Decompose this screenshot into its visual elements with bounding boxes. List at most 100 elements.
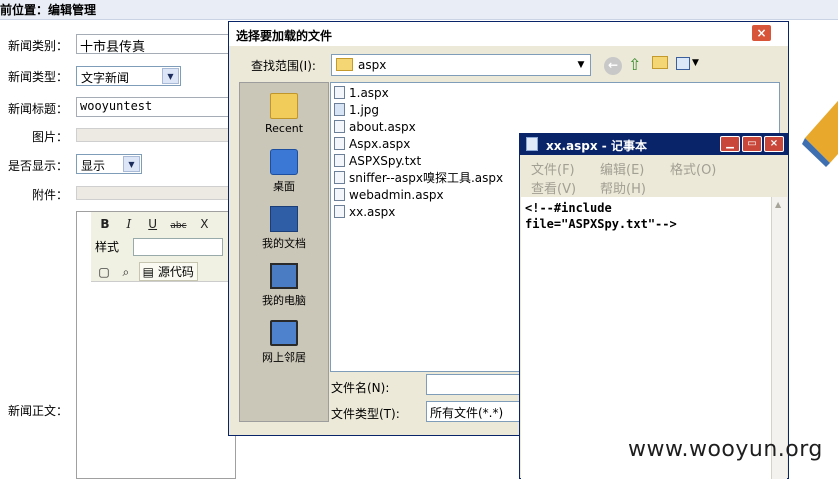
- back-icon[interactable]: ←: [604, 57, 622, 75]
- attachment-label: 附件：: [31, 188, 68, 202]
- list-item[interactable]: ASPXSpy.txt: [334, 153, 421, 170]
- scroll-up-icon[interactable]: ▲: [775, 200, 781, 209]
- chevron-down-icon[interactable]: ▼: [123, 156, 140, 172]
- decorative-image: [800, 88, 838, 168]
- notepad-window: xx.aspx - 记事本 ▁ ▭ × 文件(F) 编辑(E) 格式(O) 查看…: [519, 133, 789, 479]
- file-icon: [334, 188, 345, 201]
- list-item[interactable]: sniffer--aspx嗅探工具.aspx: [334, 170, 503, 187]
- list-item[interactable]: xx.aspx: [334, 204, 395, 221]
- filename-input[interactable]: [426, 374, 526, 395]
- filetype-label: 文件类型(T):: [331, 407, 400, 421]
- find-icon[interactable]: ⌕: [117, 263, 135, 281]
- source-button[interactable]: ▤ 源代码: [138, 262, 198, 281]
- body-label: 新闻正文：: [7, 404, 68, 418]
- place-label: 网上邻居: [262, 351, 306, 364]
- place-network[interactable]: 网上邻居: [240, 320, 328, 365]
- strike-button[interactable]: abc: [166, 217, 190, 235]
- title-value: wooyuntest: [80, 99, 153, 113]
- source-icon: ▤: [142, 265, 154, 279]
- place-recent[interactable]: Recent: [240, 93, 328, 135]
- place-desktop[interactable]: 桌面: [240, 149, 328, 194]
- place-computer[interactable]: 我的电脑: [240, 263, 328, 308]
- breadcrumb: 前位置：编辑管理: [0, 0, 838, 20]
- chevron-down-icon[interactable]: ▼: [692, 58, 699, 68]
- place-documents[interactable]: 我的文档: [240, 206, 328, 251]
- recent-folder-icon: [270, 93, 298, 119]
- list-item[interactable]: about.aspx: [334, 119, 416, 136]
- file-icon: [334, 171, 345, 184]
- attachment-field[interactable]: [76, 186, 236, 200]
- place-label: 我的文档: [262, 237, 306, 250]
- close-button[interactable]: ×: [764, 136, 784, 152]
- notepad-icon: [526, 137, 538, 151]
- title-input[interactable]: wooyuntest: [76, 97, 236, 117]
- file-icon: [334, 137, 345, 150]
- computer-icon: [270, 263, 298, 289]
- place-label: 桌面: [273, 180, 295, 193]
- chevron-down-icon[interactable]: ▼: [573, 56, 589, 74]
- breadcrumb-current: 编辑管理: [48, 3, 97, 17]
- places-bar: Recent 桌面 我的文档 我的电脑 网上邻居: [239, 82, 329, 422]
- menu-help[interactable]: 帮助(H): [600, 178, 646, 197]
- underline-button[interactable]: U: [143, 215, 163, 233]
- style-select[interactable]: [133, 238, 223, 256]
- list-item[interactable]: Aspx.aspx: [334, 136, 410, 153]
- folder-icon: [336, 58, 353, 71]
- network-icon: [270, 320, 298, 346]
- file-icon: [334, 120, 345, 133]
- type-value: 文字新闻: [81, 71, 130, 85]
- breadcrumb-prefix: 前位置：: [0, 3, 49, 17]
- dialog-titlebar[interactable]: 选择要加载的文件 ×: [229, 22, 788, 46]
- bold-button[interactable]: B: [95, 215, 115, 233]
- filetype-value: 所有文件(*.*): [430, 406, 504, 420]
- display-value: 显示: [81, 159, 106, 173]
- lookin-label: 查找范围(I):: [251, 59, 316, 73]
- close-icon: ×: [769, 138, 779, 149]
- maximize-icon: ▭: [747, 138, 757, 149]
- file-icon: [334, 154, 345, 167]
- file-icon: [334, 86, 345, 99]
- preview-icon[interactable]: ▢: [95, 263, 113, 281]
- place-label: Recent: [264, 122, 304, 135]
- close-icon: ×: [756, 26, 767, 40]
- lookin-select[interactable]: aspx ▼: [331, 54, 591, 76]
- editor-toolbar: B I U abc X 样式 ▢ ⌕ ▤ 源代码: [91, 212, 237, 282]
- subscript-button[interactable]: X: [194, 215, 214, 233]
- image-file-icon: [334, 103, 345, 116]
- documents-icon: [270, 206, 298, 232]
- menu-view[interactable]: 查看(V): [531, 178, 576, 197]
- minimize-icon: ▁: [726, 138, 734, 149]
- menu-format[interactable]: 格式(O): [670, 159, 716, 178]
- image-field[interactable]: [76, 128, 236, 142]
- type-label: 新闻类型：: [7, 70, 68, 84]
- notepad-titlebar[interactable]: xx.aspx - 记事本 ▁ ▭ ×: [520, 134, 788, 155]
- maximize-button[interactable]: ▭: [742, 136, 762, 152]
- up-folder-icon[interactable]: ⇧: [628, 55, 641, 74]
- list-item[interactable]: webadmin.aspx: [334, 187, 444, 204]
- menu-file[interactable]: 文件(F): [531, 159, 575, 178]
- minimize-button[interactable]: ▁: [720, 136, 740, 152]
- type-select[interactable]: 文字新闻 ▼: [76, 66, 181, 86]
- style-label: 样式: [95, 240, 120, 254]
- filetype-select[interactable]: 所有文件(*.*): [426, 401, 526, 422]
- filename-label: 文件名(N):: [331, 381, 390, 395]
- list-item[interactable]: 1.aspx: [334, 85, 389, 102]
- menu-edit[interactable]: 编辑(E): [600, 159, 644, 178]
- category-field[interactable]: 十市县传真: [76, 34, 236, 55]
- rich-editor[interactable]: B I U abc X 样式 ▢ ⌕ ▤ 源代码: [76, 211, 237, 479]
- italic-button[interactable]: I: [119, 215, 139, 233]
- title-label: 新闻标题：: [7, 102, 68, 116]
- list-item[interactable]: 1.jpg: [334, 102, 379, 119]
- image-label: 图片：: [31, 130, 68, 144]
- desktop-icon: [270, 149, 298, 175]
- source-label: 源代码: [157, 265, 194, 279]
- place-label: 我的电脑: [262, 294, 306, 307]
- chevron-down-icon[interactable]: ▼: [162, 68, 179, 84]
- close-button[interactable]: ×: [751, 24, 772, 42]
- display-select[interactable]: 显示 ▼: [76, 154, 142, 174]
- new-folder-icon[interactable]: [652, 56, 668, 69]
- dialog-title: 选择要加载的文件: [236, 29, 333, 43]
- view-menu-icon[interactable]: [676, 57, 690, 70]
- notepad-title: xx.aspx - 记事本: [546, 139, 647, 153]
- lookin-value: aspx: [358, 58, 387, 72]
